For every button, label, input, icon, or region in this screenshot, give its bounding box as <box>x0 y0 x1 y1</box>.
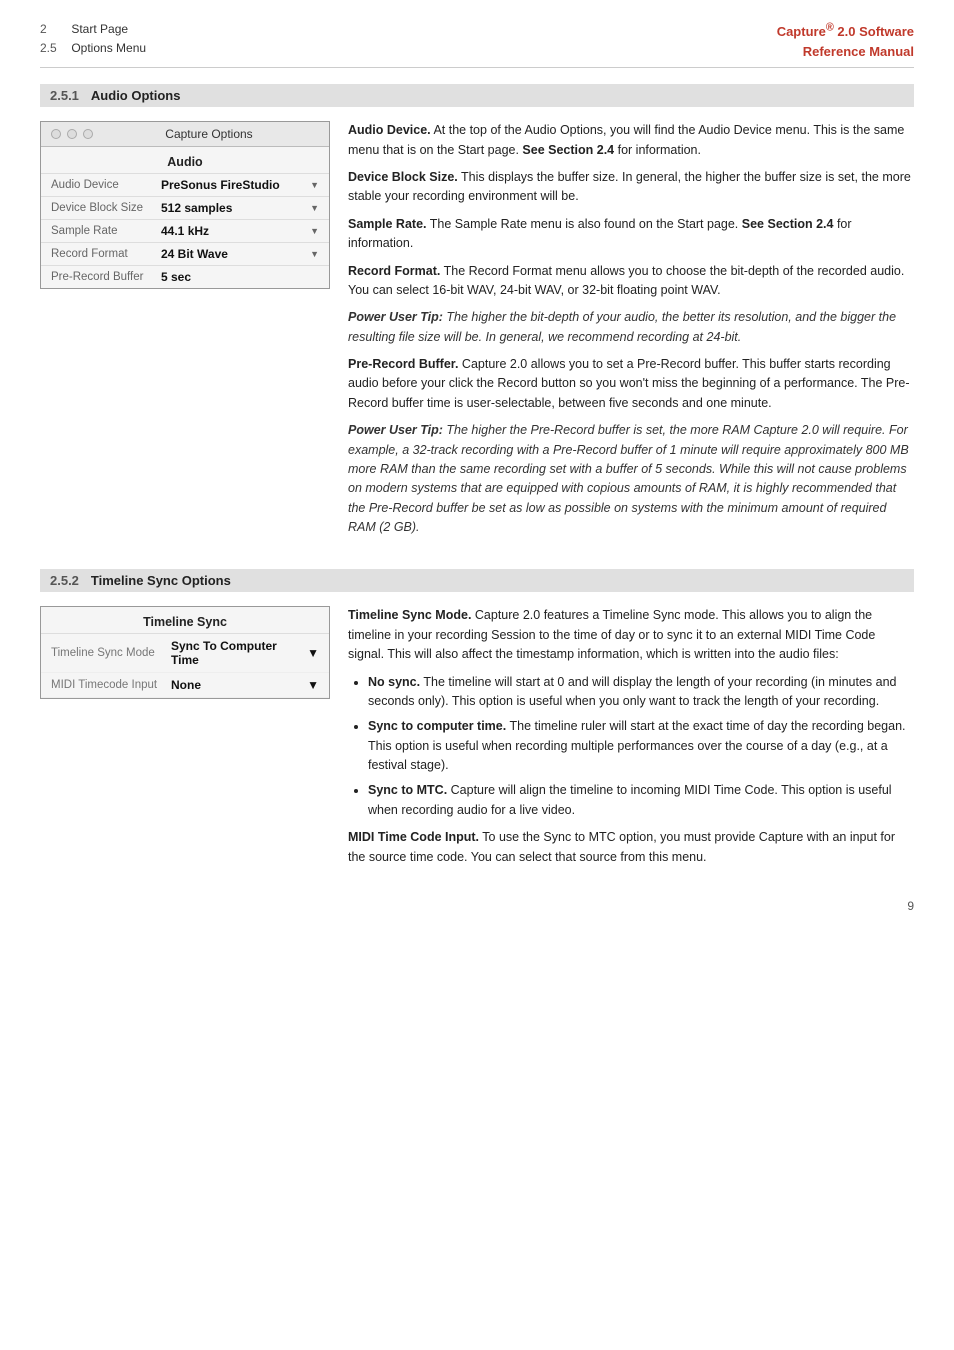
pre-record-buffer-row: Pre-Record Buffer 5 sec <box>41 265 329 288</box>
device-block-size-label: Device Block Size <box>51 202 161 214</box>
audio-device-arrow: ▼ <box>310 180 319 190</box>
record-format-label: Record Format <box>51 248 161 260</box>
device-block-size-arrow: ▼ <box>310 203 319 213</box>
see-section-24-2: See Section 2.4 <box>742 217 834 231</box>
timeline-sync-mode-label: Timeline Sync Mode <box>51 647 171 659</box>
bullet-sync-computer-time: Sync to computer time. The timeline rule… <box>368 717 914 775</box>
section-252-text: Timeline Sync Mode. Capture 2.0 features… <box>348 606 914 875</box>
section-252-num: 2.5.2 <box>50 573 79 588</box>
sample-rate-arrow: ▼ <box>310 226 319 236</box>
pre-record-buffer-value: 5 sec <box>161 270 319 284</box>
section-251-text: Audio Device. At the top of the Audio Op… <box>348 121 914 545</box>
audio-options-screenshot-col: Capture Options Audio Audio Device PreSo… <box>40 121 330 545</box>
record-format-arrow: ▼ <box>310 249 319 259</box>
power-tip-2-text: The higher the Pre-Record buffer is set,… <box>348 423 909 534</box>
section-251-num: 2.5.1 <box>50 88 79 103</box>
timeline-sync-panel: Timeline Sync Timeline Sync Mode Sync To… <box>40 606 330 699</box>
timeline-panel-title: Timeline Sync <box>41 607 329 634</box>
section-251-title: Audio Options <box>91 88 181 103</box>
sample-rate-value: 44.1 kHz ▼ <box>161 224 319 238</box>
pre-record-buffer-bold: Pre-Record Buffer. <box>348 357 458 371</box>
timeline-sync-mode-row: Timeline Sync Mode Sync To Computer Time… <box>41 634 329 673</box>
audio-device-row: Audio Device PreSonus FireStudio ▼ <box>41 173 329 196</box>
sync-computer-time-bold: Sync to computer time. <box>368 719 506 733</box>
capture-panel-section-title: Audio <box>41 147 329 173</box>
timeline-sync-mode-value: Sync To Computer Time ▼ <box>171 639 319 667</box>
record-format-bold: Record Format. <box>348 264 440 278</box>
midi-timecode-arrow: ▼ <box>307 678 319 692</box>
section-label-2: Start Page <box>71 22 128 36</box>
audio-device-bold: Audio Device. <box>348 123 431 137</box>
section-251-body: Capture Options Audio Audio Device PreSo… <box>40 121 914 545</box>
power-tip-1-bold: Power User Tip: <box>348 310 443 324</box>
section-label-25: Options Menu <box>71 41 146 55</box>
header-right: Capture® 2.0 Software Reference Manual <box>777 20 914 61</box>
capture-panel-titlebar: Capture Options <box>41 122 329 147</box>
section-252: 2.5.2 Timeline Sync Options Timeline Syn… <box>40 569 914 875</box>
power-tip-2-para: Power User Tip: The higher the Pre-Recor… <box>348 421 914 537</box>
sample-rate-row: Sample Rate 44.1 kHz ▼ <box>41 219 329 242</box>
power-tip-2-bold: Power User Tip: <box>348 423 443 437</box>
section-251-heading: 2.5.1 Audio Options <box>40 84 914 107</box>
timeline-sync-screenshot-col: Timeline Sync Timeline Sync Mode Sync To… <box>40 606 330 875</box>
midi-timecode-para: MIDI Time Code Input. To use the Sync to… <box>348 828 914 867</box>
timeline-sync-mode-para: Timeline Sync Mode. Capture 2.0 features… <box>348 606 914 664</box>
header-product-line1: Capture® 2.0 Software <box>777 24 914 39</box>
bullet-no-sync: No sync. The timeline will start at 0 an… <box>368 673 914 712</box>
device-block-size-para: Device Block Size. This displays the buf… <box>348 168 914 207</box>
section-252-heading: 2.5.2 Timeline Sync Options <box>40 569 914 592</box>
midi-timecode-value: None ▼ <box>171 678 319 692</box>
device-block-size-bold: Device Block Size. <box>348 170 458 184</box>
timeline-sync-mode-arrow: ▼ <box>307 646 319 660</box>
record-format-row: Record Format 24 Bit Wave ▼ <box>41 242 329 265</box>
capture-options-panel: Capture Options Audio Audio Device PreSo… <box>40 121 330 289</box>
page-number: 9 <box>40 899 914 913</box>
section-num-2: 2 <box>40 20 68 39</box>
power-tip-1-para: Power User Tip: The higher the bit-depth… <box>348 308 914 347</box>
audio-device-label: Audio Device <box>51 179 161 191</box>
record-format-value: 24 Bit Wave ▼ <box>161 247 319 261</box>
sample-rate-label: Sample Rate <box>51 225 161 237</box>
midi-timecode-label: MIDI Timecode Input <box>51 679 171 691</box>
section-num-25: 2.5 <box>40 39 68 58</box>
record-format-para: Record Format. The Record Format menu al… <box>348 262 914 301</box>
section-252-body: Timeline Sync Timeline Sync Mode Sync To… <box>40 606 914 875</box>
sync-mtc-bold: Sync to MTC. <box>368 783 447 797</box>
device-block-size-row: Device Block Size 512 samples ▼ <box>41 196 329 219</box>
audio-device-value: PreSonus FireStudio ▼ <box>161 178 319 192</box>
header-left: 2 Start Page 2.5 Options Menu <box>40 20 146 58</box>
traffic-light-3 <box>83 129 93 139</box>
bullet-sync-mtc: Sync to MTC. Capture will align the time… <box>368 781 914 820</box>
no-sync-bold: No sync. <box>368 675 420 689</box>
midi-timecode-row: MIDI Timecode Input None ▼ <box>41 673 329 698</box>
timeline-sync-mode-bold: Timeline Sync Mode. <box>348 608 471 622</box>
midi-timecode-bold: MIDI Time Code Input. <box>348 830 479 844</box>
pre-record-buffer-label: Pre-Record Buffer <box>51 271 161 283</box>
header-product-line2: Reference Manual <box>803 44 914 59</box>
sample-rate-para: Sample Rate. The Sample Rate menu is als… <box>348 215 914 254</box>
traffic-light-2 <box>67 129 77 139</box>
section-252-title: Timeline Sync Options <box>91 573 231 588</box>
audio-device-para: Audio Device. At the top of the Audio Op… <box>348 121 914 160</box>
page-header: 2 Start Page 2.5 Options Menu Capture® 2… <box>40 20 914 68</box>
sample-rate-bold: Sample Rate. <box>348 217 427 231</box>
timeline-sync-bullets: No sync. The timeline will start at 0 an… <box>368 673 914 821</box>
see-section-24-1: See Section 2.4 <box>522 143 614 157</box>
traffic-light-1 <box>51 129 61 139</box>
pre-record-buffer-para: Pre-Record Buffer. Capture 2.0 allows yo… <box>348 355 914 413</box>
device-block-size-value: 512 samples ▼ <box>161 201 319 215</box>
capture-panel-title: Capture Options <box>99 127 319 141</box>
